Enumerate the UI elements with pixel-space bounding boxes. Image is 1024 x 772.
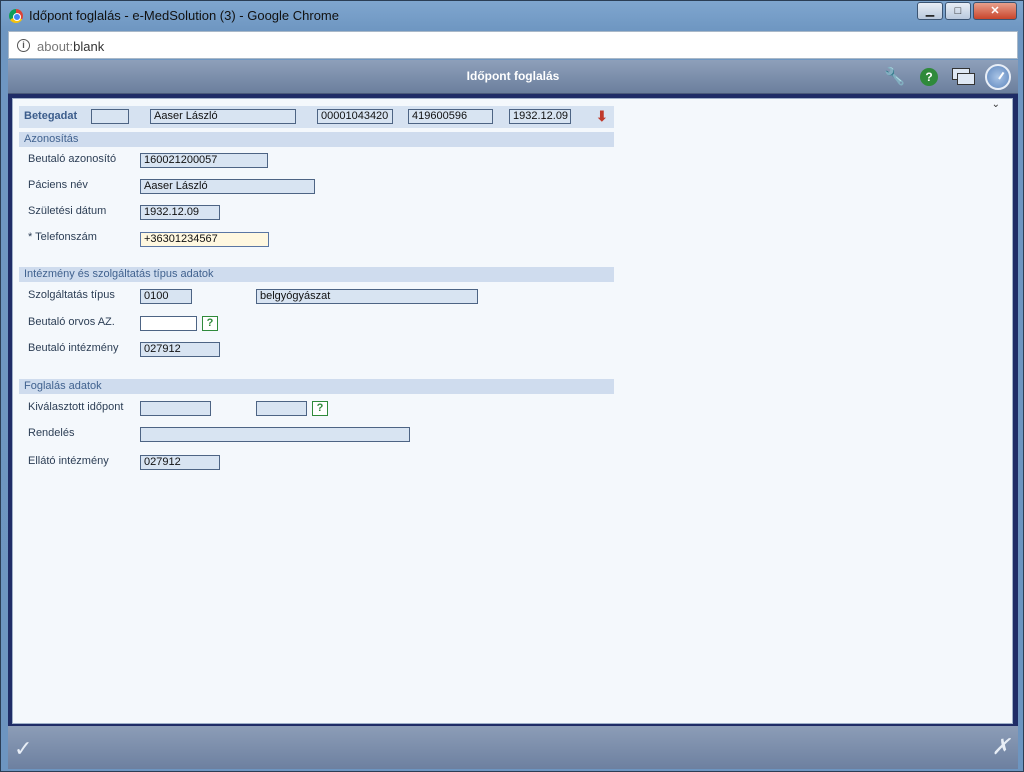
referring-doctor-input[interactable] [140, 316, 197, 331]
patient-id2-field[interactable]: 419600596 [408, 109, 493, 124]
address-bar[interactable]: i about:blank [8, 31, 1018, 59]
maximize-button[interactable]: □ [945, 2, 971, 20]
referral-id-label: Beutaló azonosító [28, 153, 117, 165]
patient-data-label: Betegadat [24, 110, 78, 122]
selected-time-label: Kiválasztott időpont [28, 401, 124, 413]
arrow-down-icon[interactable]: ⬇ [596, 108, 608, 125]
window-controls: ▁ □ ✕ [917, 2, 1017, 20]
provider-institution-field[interactable]: 027912 [140, 455, 220, 470]
minimize-button[interactable]: ▁ [917, 2, 943, 20]
patient-id1-field[interactable]: 00001043420 [317, 109, 393, 124]
window-title: Időpont foglalás - e-MedSolution (3) - G… [29, 8, 339, 23]
patient-name-field[interactable]: Aaser László [150, 109, 296, 124]
chrome-icon [9, 9, 23, 23]
help-icon[interactable]: ? [920, 68, 938, 86]
patient-dob-field[interactable]: 1932.12.09 [509, 109, 571, 124]
service-type-label: Szolgáltatás típus [28, 289, 115, 301]
time-lookup-button[interactable]: ? [312, 401, 328, 416]
section-booking: Foglalás adatok [19, 379, 614, 394]
wrench-icon[interactable]: 🔧 [884, 66, 906, 88]
chevron-down-icon[interactable]: ⌄ [992, 99, 1000, 110]
dob-label: Születési dátum [28, 205, 107, 217]
referring-doctor-label: Beutaló orvos AZ. [28, 316, 115, 328]
content-panel: ⌄ Betegadat Aaser László 00001043420 419… [12, 98, 1013, 724]
info-icon[interactable]: i [17, 39, 30, 52]
checkmark-icon[interactable]: ✓ [14, 736, 32, 762]
app-window: Időpont foglalás 🔧 ? ⌄ Betegadat Aaser L… [8, 60, 1018, 769]
patient-name-input[interactable]: Aaser László [140, 179, 315, 194]
url-text[interactable]: about:blank [37, 39, 104, 54]
ordering-label: Rendelés [28, 427, 75, 439]
selected-time-hour-field[interactable] [256, 401, 307, 416]
referring-institution-label: Beutaló intézmény [28, 342, 119, 354]
referring-institution-field[interactable]: 027912 [140, 342, 220, 357]
windows-icon[interactable] [952, 68, 976, 85]
section-identification: Azonosítás [19, 132, 614, 147]
service-name-field[interactable]: belgyógyászat [256, 289, 478, 304]
cancel-x-icon[interactable]: ✗ [992, 734, 1010, 760]
ordering-field[interactable] [140, 427, 410, 442]
browser-window: Időpont foglalás - e-MedSolution (3) - G… [0, 0, 1024, 772]
clock-icon[interactable] [985, 64, 1011, 90]
app-title: Időpont foglalás [466, 69, 560, 83]
doctor-lookup-button[interactable]: ? [202, 316, 218, 331]
referral-id-field[interactable]: 160021200057 [140, 153, 268, 168]
phone-label: * Telefonszám [28, 231, 97, 243]
section-institution: Intézmény és szolgáltatás típus adatok [19, 267, 614, 282]
phone-input[interactable]: +36301234567 [140, 232, 269, 247]
service-code-field[interactable]: 0100 [140, 289, 192, 304]
dob-field[interactable]: 1932.12.09 [140, 205, 220, 220]
title-bar: Időpont foglalás - e-MedSolution (3) - G… [1, 1, 1023, 31]
patient-data-bar: Betegadat Aaser László 00001043420 41960… [19, 106, 614, 128]
patient-field-1[interactable] [91, 109, 129, 124]
patient-name-label: Páciens név [28, 179, 88, 191]
app-header: Időpont foglalás 🔧 ? [8, 60, 1018, 94]
selected-time-date-field[interactable] [140, 401, 211, 416]
close-button[interactable]: ✕ [973, 2, 1017, 20]
app-footer: ✓ ✗ [8, 726, 1018, 769]
provider-institution-label: Ellátó intézmény [28, 455, 109, 467]
